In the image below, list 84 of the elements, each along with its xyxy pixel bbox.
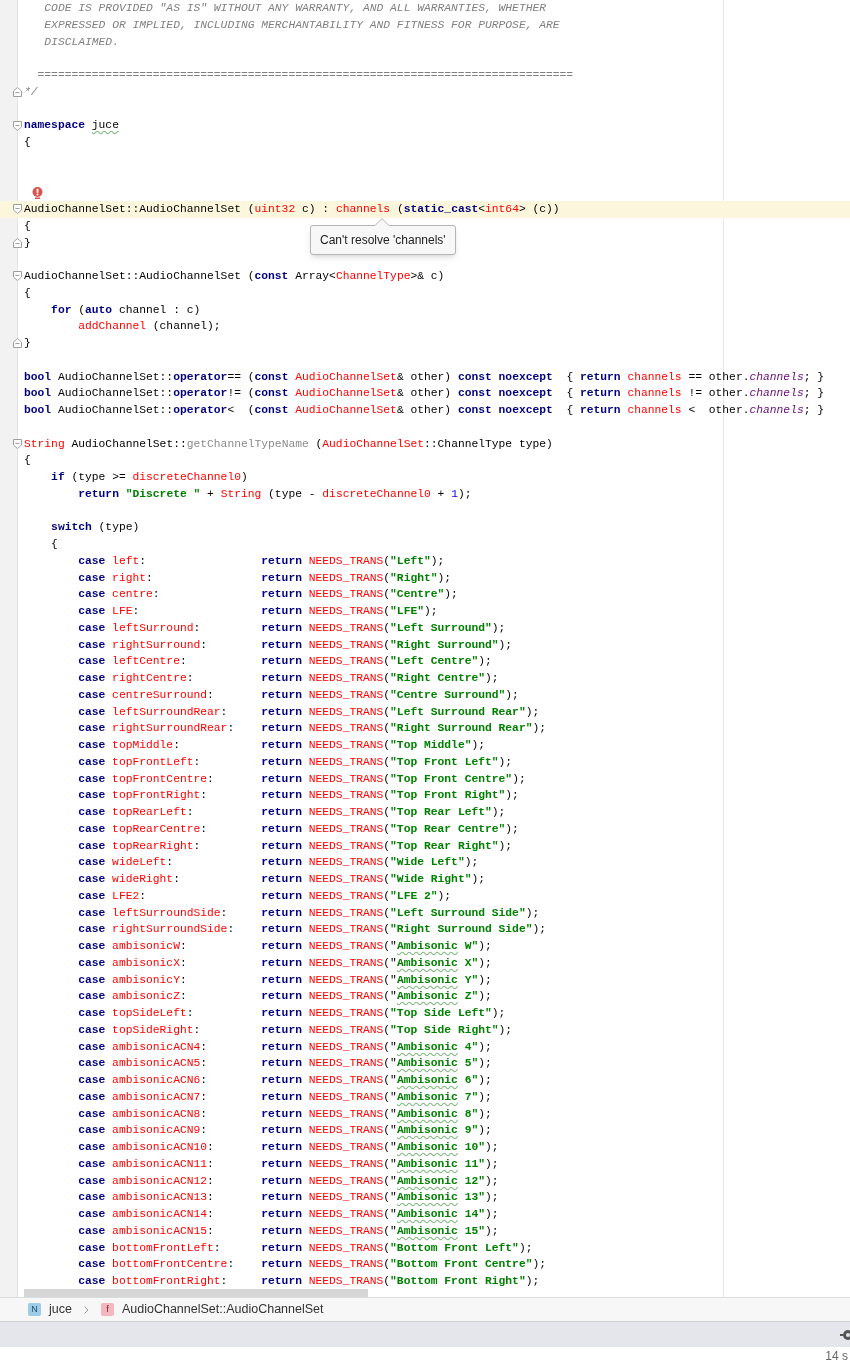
fold-marker-icon[interactable] <box>13 271 22 282</box>
fold-end-icon[interactable] <box>13 237 22 248</box>
code-line: } <box>24 336 31 351</box>
code-line: case ambisonicACN15: return NEEDS_TRANS("Ambisonic 15"); <box>77 1223 499 1239</box>
code-line: case ambisonicACN10: return NEEDS_TRANS("Ambisonic 10"); <box>77 1140 499 1155</box>
code-line: case bottomFrontLeft: return NEEDS_TRANS("Bottom Front Left"); <box>77 1240 533 1256</box>
code-line: bool AudioChannelSet::operator== (const AudioChannelSet& other) const noexcept { return channels == other.channels; } <box>24 369 825 385</box>
code-line: case ambisonicACN5: return NEEDS_TRANS("Ambisonic 5"); <box>77 1056 492 1072</box>
code-line: } <box>24 235 31 251</box>
code-line: case rightSurroundRear: return NEEDS_TRANS("Right Surround Rear"); <box>77 721 547 737</box>
code-line: bool AudioChannelSet::operator!= (const AudioChannelSet& other) const noexcept { return channels != other.channels; } <box>24 386 825 402</box>
symbol-badge: N <box>28 1303 41 1317</box>
code-line: { <box>24 218 31 234</box>
code-line: case topFrontRight: return NEEDS_TRANS("Top Front Right"); <box>77 788 519 804</box>
error-icon[interactable] <box>32 187 43 200</box>
breadcrumb-item[interactable]: AudioChannelSet::AudioChannelSet <box>121 1300 324 1319</box>
code-line: { <box>24 135 31 150</box>
code-line: case LFE: return NEEDS_TRANS("LFE"); <box>77 604 438 619</box>
breadcrumb-item[interactable]: juce <box>49 1300 72 1319</box>
code-line: case wideRight: return NEEDS_TRANS("Wide Right"); <box>77 872 485 887</box>
code-line: { <box>24 453 31 469</box>
fold-marker-icon[interactable] <box>13 204 22 215</box>
chevron-icon <box>83 1305 89 1314</box>
code-line: case topFrontLeft: return NEEDS_TRANS("Top Front Left"); <box>77 754 513 770</box>
code-line: case leftSurround: return NEEDS_TRANS("Left Surround"); <box>77 620 506 636</box>
code-line: case topFrontCentre: return NEEDS_TRANS("Top Front Centre"); <box>77 771 526 787</box>
code-line: case ambisonicACN9: return NEEDS_TRANS("Ambisonic 9"); <box>77 1123 492 1139</box>
code-line: CODE IS PROVIDED "AS IS" WITHOUT ANY WARRANTY, AND ALL WARRANTIES, WHETHER <box>43 1 546 16</box>
code-line: case ambisonicACN13: return NEEDS_TRANS("Ambisonic 13"); <box>77 1190 499 1206</box>
code-line: AudioChannelSet::AudioChannelSet (const Array<ChannelType>& c) <box>24 269 445 284</box>
code-line: case LFE2: return NEEDS_TRANS("LFE 2"); <box>77 888 452 904</box>
code-line: case ambisonicACN12: return NEEDS_TRANS("Ambisonic 12"); <box>77 1173 499 1189</box>
code-line: =============================================================================== <box>36 68 574 83</box>
code-line: { <box>24 285 31 301</box>
code-line: AudioChannelSet::AudioChannelSet (uint32 c) : channels (static_cast<int64> (c)) <box>24 202 560 217</box>
code-line: case bottomFrontRight: return NEEDS_TRANS("Bottom Front Right"); <box>77 1274 540 1289</box>
fold-marker-icon[interactable] <box>13 438 22 449</box>
code-line: { <box>50 537 58 552</box>
code-line: case ambisonicACN7: return NEEDS_TRANS("Ambisonic 7"); <box>77 1089 492 1105</box>
symbol-badge: f <box>100 1303 114 1317</box>
fold-end-icon[interactable] <box>13 338 22 349</box>
code-line: case ambisonicZ: return NEEDS_TRANS("Ambisonic Z"); <box>77 989 492 1005</box>
code-line: case rightSurroundSide: return NEEDS_TRANS("Right Surround Side"); <box>77 922 547 938</box>
code-line: case topRearLeft: return NEEDS_TRANS("Top Rear Left"); <box>77 805 506 820</box>
status-text: 14 s <box>825 1348 848 1365</box>
code-line: case leftSurroundSide: return NEEDS_TRANS("Left Surround Side"); <box>77 905 540 921</box>
code-line: case leftSurroundRear: return NEEDS_TRANS("Left Surround Rear"); <box>77 704 540 720</box>
code-line: case topSideLeft: return NEEDS_TRANS("Top Side Left"); <box>77 1006 506 1021</box>
fold-marker-icon[interactable] <box>13 120 22 131</box>
settings-icon[interactable] <box>840 1328 850 1341</box>
code-line: case leftCentre: return NEEDS_TRANS("Left Centre"); <box>77 654 492 670</box>
code-line: EXPRESSED OR IMPLIED, INCLUDING MERCHANTABILITY AND FITNESS FOR PURPOSE, ARE <box>43 17 560 33</box>
code-line: case left: return NEEDS_TRANS("Left"); <box>77 553 445 569</box>
code-line: case topMiddle: return NEEDS_TRANS("Top Middle"); <box>77 738 485 753</box>
horizontal-scrollbar[interactable] <box>24 1289 368 1298</box>
code-line: case topRearCentre: return NEEDS_TRANS("Top Rear Centre"); <box>77 821 519 837</box>
code-line: case ambisonicX: return NEEDS_TRANS("Ambisonic X"); <box>77 955 492 971</box>
code-line: case centre: return NEEDS_TRANS("Centre"); <box>77 587 458 603</box>
code-line: namespace juce <box>24 118 119 134</box>
code-line: case ambisonicACN4: return NEEDS_TRANS("Ambisonic 4"); <box>77 1039 492 1055</box>
code-line: case ambisonicACN11: return NEEDS_TRANS("Ambisonic 11"); <box>77 1156 499 1172</box>
code-line: case right: return NEEDS_TRANS("Right"); <box>77 570 452 586</box>
code-line: case bottomFrontCentre: return NEEDS_TRANS("Bottom Front Centre"); <box>77 1257 547 1273</box>
code-line: case ambisonicACN14: return NEEDS_TRANS("Ambisonic 14"); <box>77 1207 499 1222</box>
code-line: */ <box>24 84 38 100</box>
code-line: case rightCentre: return NEEDS_TRANS("Right Centre"); <box>77 671 499 686</box>
code-line: case ambisonicY: return NEEDS_TRANS("Ambisonic Y"); <box>77 972 492 988</box>
code-line: for (auto channel : c) <box>50 302 201 318</box>
code-line: case ambisonicACN6: return NEEDS_TRANS("Ambisonic 6"); <box>77 1073 492 1088</box>
code-line: case rightSurround: return NEEDS_TRANS("Right Surround"); <box>77 637 513 653</box>
code-line: case centreSurround: return NEEDS_TRANS("Centre Surround"); <box>77 687 519 703</box>
code-line: case ambisonicACN8: return NEEDS_TRANS("Ambisonic 8"); <box>77 1106 492 1122</box>
code-line: return "Discrete " + String (type - discreteChannel0 + 1); <box>77 486 472 502</box>
code-line: DISCLAIMED. <box>43 34 119 50</box>
code-line: bool AudioChannelSet::operator< (const AudioChannelSet& other) const noexcept { return channels < other.channels; } <box>24 403 825 418</box>
code-line: switch (type) <box>50 520 140 536</box>
code-line: String AudioChannelSet::getChannelTypeName (AudioChannelSet::ChannelType type) <box>24 436 553 452</box>
code-line: case wideLeft: return NEEDS_TRANS("Wide Left"); <box>77 855 479 871</box>
code-line: case ambisonicW: return NEEDS_TRANS("Ambisonic W"); <box>77 939 492 954</box>
fold-end-icon[interactable] <box>13 87 22 98</box>
code-line: if (type >= discreteChannel0) <box>50 470 248 485</box>
code-line: addChannel (channel); <box>77 319 221 335</box>
code-line: case topSideRight: return NEEDS_TRANS("Top Side Right"); <box>77 1022 513 1038</box>
code-line: case topRearRight: return NEEDS_TRANS("Top Rear Right"); <box>77 838 513 854</box>
